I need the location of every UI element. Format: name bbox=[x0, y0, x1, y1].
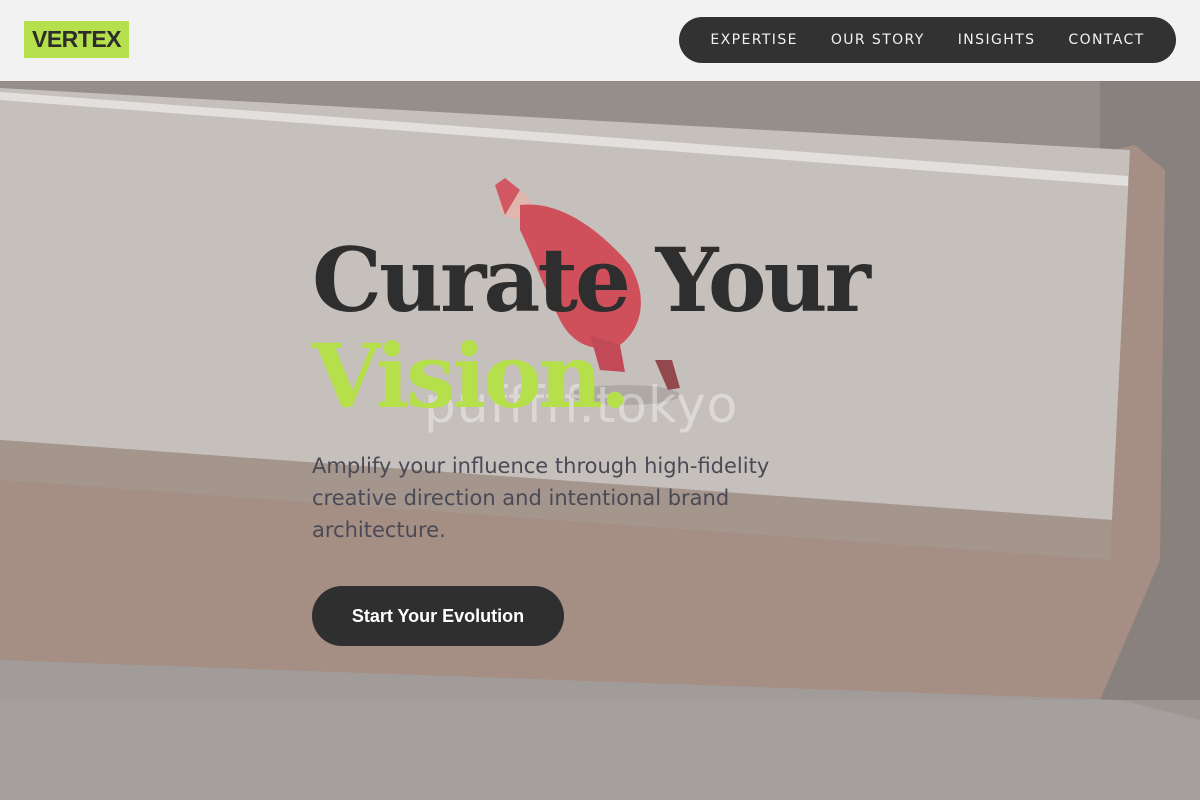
nav-link-our-story[interactable]: OUR STORY bbox=[831, 32, 925, 48]
hero-subtext: Amplify your influence through high-fide… bbox=[312, 454, 770, 542]
start-evolution-button[interactable]: Start Your Evolution bbox=[312, 586, 564, 646]
nav-link-contact[interactable]: CONTACT bbox=[1068, 32, 1144, 48]
hero-headline-line2: Vision. bbox=[312, 324, 630, 428]
hero-headline: Curate Your Vision. bbox=[312, 228, 871, 428]
nav-link-expertise[interactable]: EXPERTISE bbox=[710, 32, 797, 48]
nav-link-insights[interactable]: INSIGHTS bbox=[958, 32, 1036, 48]
hero-headline-line1: Curate Your bbox=[312, 228, 871, 332]
brand-logo[interactable]: VERTEX bbox=[24, 21, 130, 58]
main-nav: EXPERTISE OUR STORY INSIGHTS CONTACT bbox=[679, 17, 1176, 63]
site-header: VERTEX EXPERTISE OUR STORY INSIGHTS CONT… bbox=[0, 0, 1200, 81]
